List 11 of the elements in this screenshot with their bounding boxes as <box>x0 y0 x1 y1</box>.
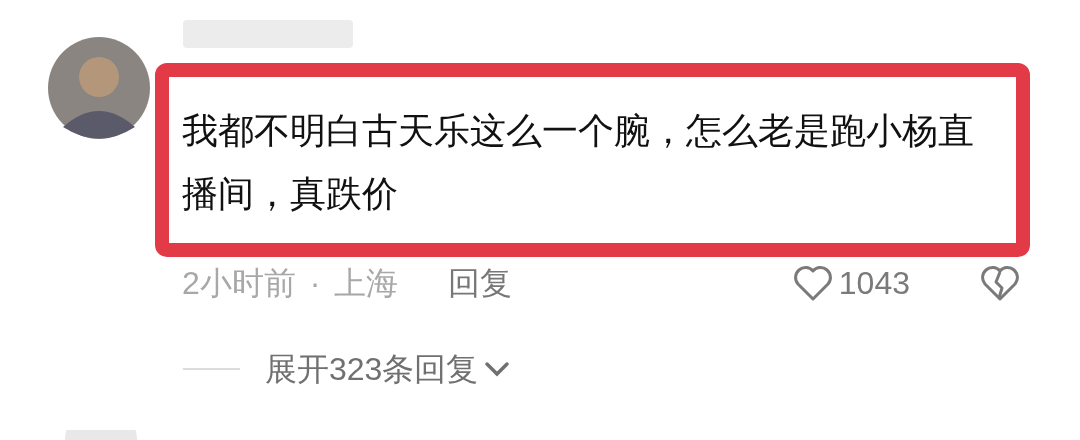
timestamp: 2小时前 <box>182 264 296 303</box>
avatar[interactable] <box>48 35 150 141</box>
location: 上海 <box>334 264 399 303</box>
comment-text: 我都不明白古天乐这么一个腕，怎么老是跑小杨直播间，真跌价 <box>182 109 975 216</box>
expand-replies-button[interactable]: 展开323条回复 <box>265 345 511 393</box>
reply-link[interactable]: 回复 <box>448 259 513 307</box>
like-icon[interactable] <box>792 264 833 302</box>
like-count: 1043 <box>838 264 910 303</box>
broken-heart-icon[interactable] <box>980 264 1020 302</box>
chevron-down-icon <box>484 360 511 378</box>
separator: · <box>309 264 321 303</box>
